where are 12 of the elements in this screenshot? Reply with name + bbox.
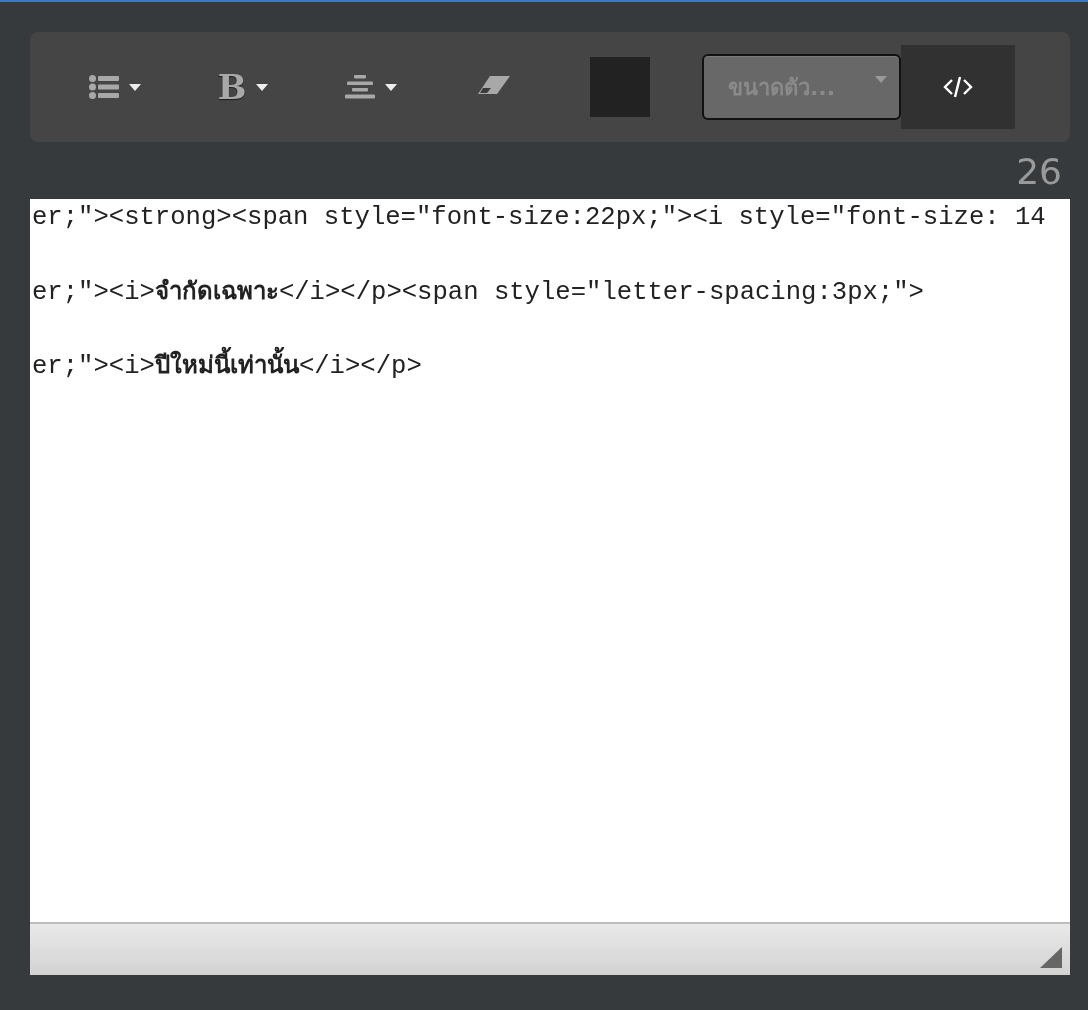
code-line: er;"><i>ปีใหม่นี้เท่านั้น</i></p> <box>32 347 422 384</box>
code-editor[interactable]: er;"><strong><span style="font-size:22px;"><i style="font-size: 14 er;"><i>จำกัดเฉพาะ</i></p><span style="letter-spacing:3px;"> er;"><i>ปีใหม่นี้เท่านั้น</i></p> <box>30 199 1070 922</box>
align-center-icon <box>345 75 375 99</box>
code-line: er;"><strong><span style="font-size:22px;"><i style="font-size: 14 <box>32 202 1046 234</box>
bold-button[interactable]: B <box>198 57 288 117</box>
caret-icon <box>875 76 887 83</box>
resize-grip-icon[interactable] <box>1040 947 1062 968</box>
list-icon <box>89 75 119 99</box>
code-line: er;"><i>จำกัดเฉพาะ</i></p><span style="letter-spacing:3px;"> <box>32 276 924 309</box>
color-swatch-button[interactable] <box>590 57 650 117</box>
code-icon <box>943 76 973 98</box>
character-count: 26 <box>1016 154 1062 190</box>
